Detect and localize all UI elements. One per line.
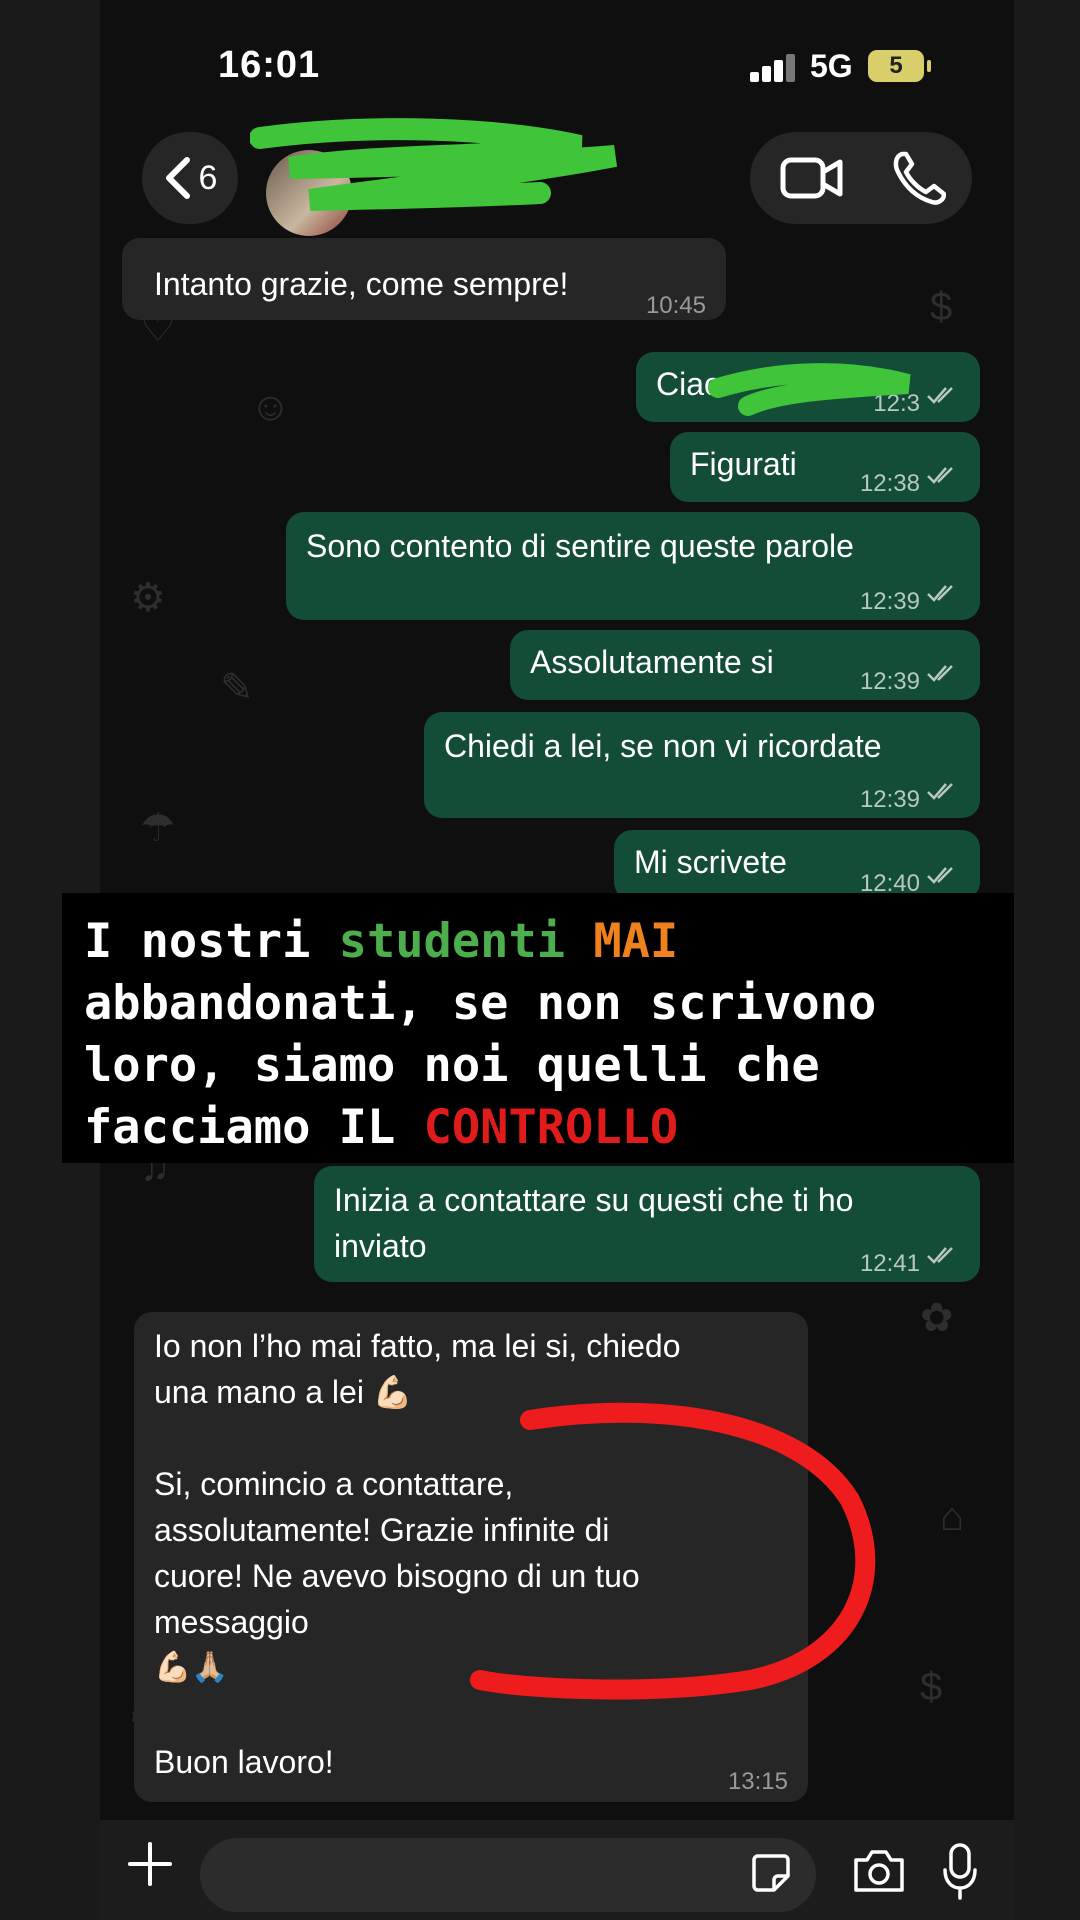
message-bubble-outgoing[interactable]: Figurati 12:38 <box>670 432 980 502</box>
message-text-line: Io non l’ho mai fatto, ma lei si, chiedo <box>154 1328 681 1364</box>
message-bubble-outgoing[interactable]: Sono contento di sentire queste parole 1… <box>286 512 980 620</box>
message-text: Assolutamente si <box>530 644 774 680</box>
double-check-icon <box>927 783 953 800</box>
message-time: 12:38 <box>859 470 920 497</box>
sticker-icon[interactable] <box>750 1852 792 1894</box>
plus-icon[interactable] <box>126 1840 174 1888</box>
voice-call-icon[interactable] <box>892 150 946 206</box>
composer-bar <box>100 1820 1014 1920</box>
message-time: 10:45 <box>645 292 706 319</box>
message-time: 12:41 <box>859 1250 920 1277</box>
message-time: 12:39 <box>859 786 920 813</box>
message-bubble-outgoing[interactable]: Chiedi a lei, se non vi ricordate 12:39 <box>424 712 980 818</box>
message-time: 12:39 <box>859 668 920 695</box>
back-chevron-icon <box>165 157 190 199</box>
message-emoji-line: 💪🏻🙏🏼 <box>154 1651 229 1684</box>
double-check-icon <box>927 387 953 404</box>
banner-highlight-red: CONTROLLO <box>423 1100 679 1155</box>
battery-icon: 5 <box>868 50 931 82</box>
microphone-icon[interactable] <box>942 1842 978 1900</box>
message-text: Intanto grazie, come sempre! <box>154 266 569 302</box>
message-text-line: inviato <box>334 1228 427 1264</box>
double-check-icon <box>927 665 953 682</box>
message-text: Chiedi a lei, se non vi ricordate <box>444 728 882 764</box>
red-marker-annotation <box>470 1402 876 1700</box>
video-call-icon[interactable] <box>780 152 844 204</box>
message-text: Mi scrivete <box>634 844 787 880</box>
message-text-line: Inizia a contattare su questi che ti ho <box>334 1182 854 1218</box>
double-check-icon <box>927 1247 953 1264</box>
banner-text-part: I nostri <box>84 914 339 969</box>
message-time: 12:39 <box>859 588 920 615</box>
message-bubble-outgoing[interactable]: Mi scrivete 12:40 <box>614 830 980 900</box>
call-actions <box>750 132 972 224</box>
double-check-icon <box>927 467 953 484</box>
message-time: 13:15 <box>727 1768 788 1795</box>
message-text: Sono contento di sentire queste parole <box>306 528 854 564</box>
network-type: 5G <box>810 48 853 84</box>
banner-text: I nostri studenti MAI abbandonati, se no… <box>84 911 1014 1159</box>
unread-count: 6 <box>198 158 218 197</box>
banner-text-part <box>565 914 593 969</box>
message-input[interactable] <box>200 1838 816 1912</box>
message-text: Figurati <box>690 446 797 482</box>
promo-text-banner: I nostri studenti MAI abbandonati, se no… <box>62 893 1014 1163</box>
message-bubble-incoming[interactable]: Intanto grazie, come sempre! 10:45 <box>122 238 726 320</box>
double-check-icon <box>927 867 953 884</box>
message-bubble-outgoing[interactable]: Inizia a contattare su questi che ti ho … <box>314 1166 980 1282</box>
status-time: 16:01 <box>218 44 321 86</box>
message-bubble-outgoing[interactable]: Ciao 12:3 <box>636 352 980 422</box>
back-button[interactable]: 6 <box>142 132 238 224</box>
message-text-line: messaggio <box>154 1604 309 1640</box>
right-margin <box>1014 0 1080 1920</box>
redaction-scribble <box>250 118 618 211</box>
redaction-scribble <box>708 363 911 416</box>
message-bubble-outgoing[interactable]: Assolutamente si 12:39 <box>510 630 980 700</box>
signal-strength-icon <box>750 52 798 82</box>
message-text-line: Buon lavoro! <box>154 1744 334 1780</box>
camera-icon[interactable] <box>852 1848 906 1894</box>
banner-highlight-orange: MAI <box>593 914 679 969</box>
double-check-icon <box>927 585 953 602</box>
banner-highlight-green: studenti <box>338 914 566 969</box>
